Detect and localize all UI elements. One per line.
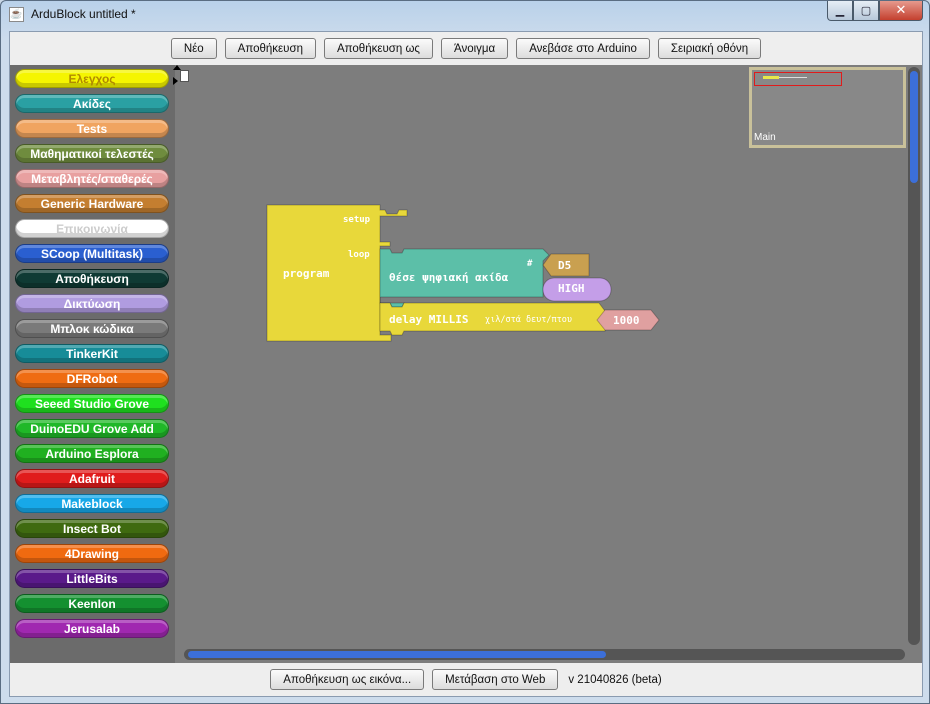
- pin-label: D5: [558, 259, 572, 272]
- palette-category[interactable]: LittleBits: [15, 569, 169, 588]
- title-bar[interactable]: ☕ ArduBlock untitled * ▁ ▢ ✕: [1, 1, 929, 29]
- palette-category[interactable]: Ακίδες: [15, 94, 169, 113]
- horizontal-scrollbar[interactable]: [184, 649, 905, 660]
- go-to-web-button[interactable]: Μετάβαση στο Web: [432, 669, 559, 690]
- app-window: ☕ ArduBlock untitled * ▁ ▢ ✕ Νέο Αποθήκε…: [0, 0, 930, 704]
- minimap-line: [779, 77, 807, 78]
- loop-label: loop: [348, 250, 370, 260]
- close-icon: ✕: [895, 3, 907, 18]
- maximize-button[interactable]: ▢: [853, 1, 879, 21]
- window-title: ArduBlock untitled *: [31, 7, 136, 21]
- serial-monitor-button[interactable]: Σειριακή οθόνη: [657, 38, 762, 59]
- digital-write-hash: #: [527, 259, 533, 269]
- bottom-bar: Αποθήκευση ως εικόνα... Μετάβαση στο Web…: [10, 663, 922, 696]
- vertical-scrollbar[interactable]: [908, 67, 920, 645]
- window-controls: ▁ ▢ ✕: [827, 1, 923, 21]
- palette-category[interactable]: Jerusalab: [15, 619, 169, 638]
- palette-category[interactable]: Generic Hardware: [15, 194, 169, 213]
- palette-category[interactable]: Tests: [15, 119, 169, 138]
- minimap-viewport[interactable]: [754, 72, 842, 86]
- delay-unit-label: χιλ/στά δευτ/πτου: [485, 315, 572, 325]
- palette-category[interactable]: Adafruit: [15, 469, 169, 488]
- palette-category[interactable]: Επικοινωνία: [15, 219, 169, 238]
- minimap-label: Main: [754, 132, 776, 143]
- open-button[interactable]: Άνοιγμα: [440, 38, 509, 59]
- palette-category[interactable]: DuinoEDU Grove Add: [15, 419, 169, 438]
- palette-category[interactable]: Makeblock: [15, 494, 169, 513]
- new-button[interactable]: Νέο: [170, 38, 217, 59]
- upload-button[interactable]: Ανεβάσε στο Arduino: [516, 38, 650, 59]
- palette-category[interactable]: TinkerKit: [15, 344, 169, 363]
- block-palette: Ελεγχος Ακίδες Tests Μαθηματικοί τελεστές Με…: [10, 65, 175, 663]
- minimize-button[interactable]: ▁: [827, 1, 853, 21]
- palette-category[interactable]: Αποθήκευση: [15, 269, 169, 288]
- digital-write-label: θέσε ψηφιακή ακίδα: [389, 271, 509, 284]
- palette-category[interactable]: Arduino Esplora: [15, 444, 169, 463]
- palette-category[interactable]: Seeed Studio Grove: [15, 394, 169, 413]
- palette-category[interactable]: Μπλοκ κώδικα: [15, 319, 169, 338]
- palette-category[interactable]: Μαθηματικοί τελεστές: [15, 144, 169, 163]
- workspace-minimap[interactable]: Main: [749, 67, 906, 148]
- top-toolbar: Νέο Αποθήκευση Αποθήκευση ως Άνοιγμα Ανε…: [10, 32, 922, 64]
- palette-category[interactable]: Ελεγχος: [15, 69, 169, 88]
- delay-label: delay MILLIS: [389, 313, 469, 326]
- client-area: Νέο Αποθήκευση Αποθήκευση ως Άνοιγμα Ανε…: [9, 31, 923, 697]
- save-button[interactable]: Αποθήκευση: [224, 38, 316, 59]
- java-icon[interactable]: ☕: [9, 7, 24, 22]
- workspace-canvas[interactable]: program setup loop θέσε ψηφιακή ακίδα # …: [173, 65, 922, 663]
- palette-category[interactable]: 4Drawing: [15, 544, 169, 563]
- save-as-button[interactable]: Αποθήκευση ως: [323, 38, 433, 59]
- minimize-icon: ▁: [835, 4, 845, 17]
- palette-category[interactable]: KeenIon: [15, 594, 169, 613]
- maximize-icon: ▢: [860, 4, 872, 17]
- version-label: v 21040826 (beta): [568, 673, 662, 686]
- level-label: HIGH: [558, 282, 585, 295]
- palette-category[interactable]: SCoop (Multitask): [15, 244, 169, 263]
- palette-category[interactable]: DFRobot: [15, 369, 169, 388]
- minimap-block: [763, 76, 779, 79]
- save-as-image-button[interactable]: Αποθήκευση ως εικόνα...: [270, 669, 425, 690]
- blocks-layer: [266, 204, 660, 342]
- setup-label: setup: [343, 215, 371, 225]
- close-button[interactable]: ✕: [879, 1, 923, 21]
- program-label: program: [283, 267, 330, 280]
- palette-category[interactable]: Μεταβλητές/σταθερές: [15, 169, 169, 188]
- delay-value-label: 1000: [613, 314, 640, 327]
- palette-category[interactable]: Δικτύωση: [15, 294, 169, 313]
- vertical-scroll-thumb[interactable]: [910, 71, 918, 183]
- horizontal-scroll-thumb[interactable]: [188, 651, 606, 658]
- palette-category[interactable]: Insect Bot: [15, 519, 169, 538]
